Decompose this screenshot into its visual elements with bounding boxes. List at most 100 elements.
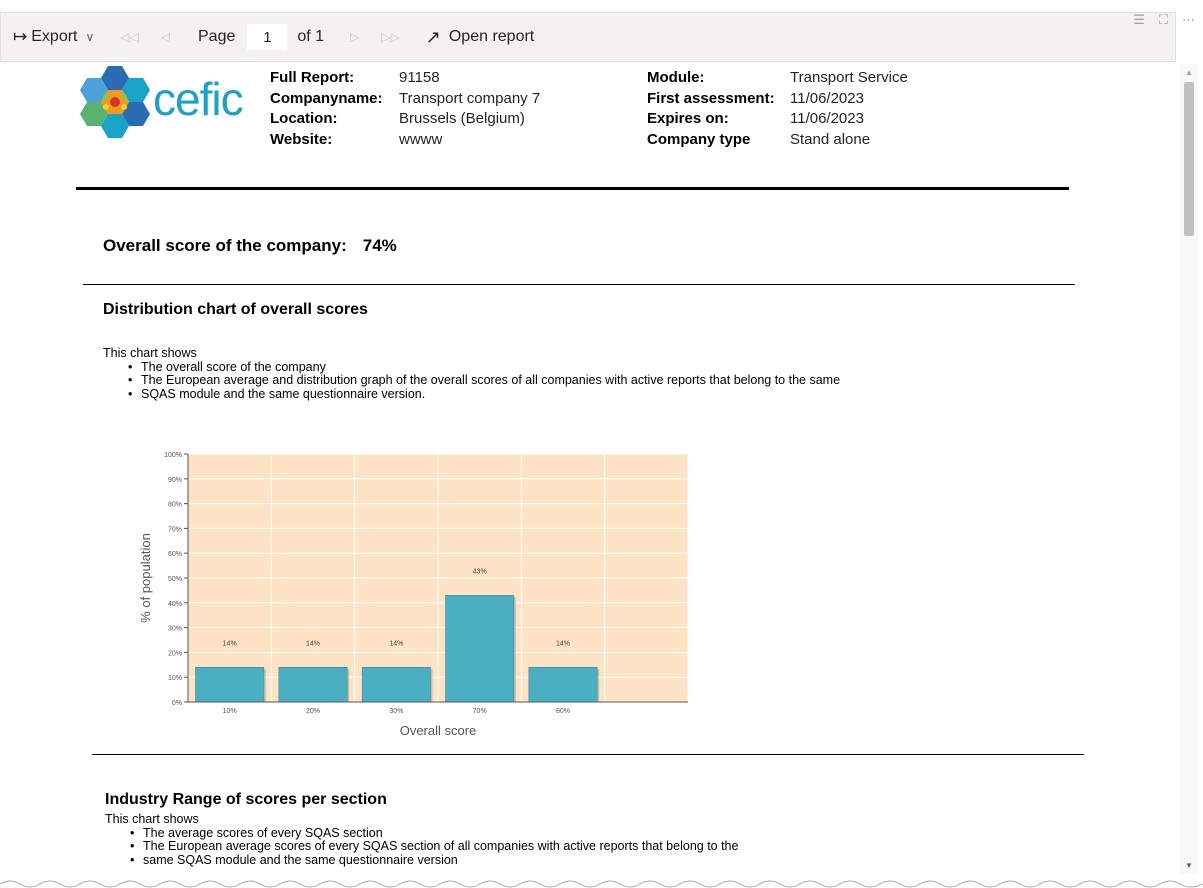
bar [361, 666, 431, 703]
list-item: SQAS module and the same questionnaire v… [123, 387, 840, 402]
info-label: Companyname: [270, 89, 383, 107]
filter-icon[interactable]: ☰ [1133, 12, 1145, 28]
y-tick-label: 60% [168, 551, 182, 558]
info-value: Transport company 7 [399, 89, 541, 107]
info-label: First assessment: [647, 89, 775, 107]
industry-title: Industry Range of scores per section [105, 791, 387, 808]
header-divider [76, 187, 1069, 190]
y-tick-label: 0% [172, 700, 182, 707]
info-value: 11/06/2023 [790, 89, 864, 107]
info-label: Company type [647, 130, 751, 148]
list-item: The European average scores of every SQA… [125, 839, 738, 854]
info-label: Website: [270, 130, 333, 148]
info-label: Location: [270, 110, 338, 127]
focus-mode-icon[interactable]: ⛶ [1159, 12, 1168, 28]
info-value: 11/06/2023 [790, 110, 864, 127]
y-tick-label: 90% [168, 477, 182, 484]
y-tick-label: 100% [164, 452, 182, 459]
y-tick-label: 10% [168, 675, 182, 682]
industry-description: This chart shows The average scores of e… [105, 812, 738, 868]
x-tick-label: 70% [473, 708, 487, 715]
info-row: Expires on: 11/06/2023 [647, 109, 908, 130]
bar [445, 595, 515, 703]
open-report-button[interactable]: ↗ Open report [426, 13, 534, 61]
vertical-scrollbar[interactable]: ▲ ▼ [1180, 64, 1198, 874]
last-page-icon[interactable]: ▷▷ [381, 30, 399, 44]
bar-data-label: 14% [556, 640, 570, 647]
info-row: Website: wwww [270, 130, 540, 151]
page-edge-artifact [0, 880, 1203, 888]
info-value: Transport Service [790, 69, 908, 86]
overall-score: Overall score of the company: 74% [103, 236, 397, 256]
report-toolbar: ↦ Export ∨ ◁◁ ◁ Page of 1 ▷ ▷▷ ↗ Open re… [0, 12, 1176, 62]
x-tick-label: 20% [306, 708, 320, 715]
distribution-description: This chart shows The overall score of th… [103, 346, 840, 402]
scroll-up-icon[interactable]: ▲ [1185, 68, 1193, 77]
x-tick-label: 10% [223, 708, 237, 715]
bar-data-label: 14% [389, 640, 403, 647]
first-page-icon[interactable]: ◁◁ [120, 30, 138, 44]
y-axis-label: % of population [138, 533, 153, 623]
overall-score-label: Overall score of the company: [103, 236, 347, 255]
info-value: wwww [399, 130, 443, 148]
y-tick-label: 40% [168, 601, 182, 608]
more-options-icon[interactable]: ⋯ [1182, 12, 1195, 28]
open-external-icon: ↗ [425, 26, 441, 47]
bar-data-label: 14% [223, 640, 237, 647]
y-tick-label: 20% [168, 650, 182, 657]
export-arrow-icon: ↦ [13, 27, 28, 46]
bar-data-label: 14% [306, 640, 320, 647]
bar [528, 666, 598, 703]
y-tick-label: 50% [168, 576, 182, 583]
cefic-logo-icon [80, 66, 150, 138]
info-row: Companyname: Transport company 7 [270, 89, 540, 110]
industry-intro: This chart shows [105, 812, 199, 826]
list-item: The overall score of the company [123, 360, 840, 375]
bar-data-label: 43% [473, 568, 487, 575]
next-page-icon[interactable]: ▷ [350, 30, 359, 44]
info-row: Location: Brussels (Belgium) [270, 109, 540, 130]
info-row: Full Report: 91158 [270, 68, 540, 89]
report-page: cefic Full Report: 91158 Companyname: Tran… [0, 62, 1178, 888]
export-label: Export [31, 28, 78, 45]
scroll-down-icon[interactable]: ▼ [1185, 861, 1193, 870]
distribution-bar-chart: 0% 10% 20% 30% 40% 50% 60% 70% 80% 90% 100% 14% 14%… [138, 452, 689, 738]
x-tick-label: 80% [556, 708, 570, 715]
info-row: Company type Stand alone [647, 130, 908, 151]
y-tick-label: 30% [168, 626, 182, 633]
scrollbar-thumb[interactable] [1184, 82, 1194, 236]
info-value: Brussels (Belgium) [399, 110, 525, 127]
page-number-input[interactable] [247, 24, 288, 50]
info-value: 91158 [399, 69, 440, 86]
report-info-left: Full Report: 91158 Companyname: Transport … [270, 68, 540, 150]
info-label: Full Report: [270, 69, 355, 86]
visual-header-icons: ☰ ⛶ ⋯ [1133, 12, 1195, 28]
x-axis-label: Overall score [400, 723, 477, 738]
info-value: Stand alone [790, 130, 871, 148]
info-label: Module: [647, 69, 705, 86]
chevron-down-icon: ∨ [85, 30, 95, 44]
page-label: Page [198, 28, 236, 45]
open-report-label: Open report [448, 28, 535, 45]
report-info-right: Module: Transport Service First assessmen… [647, 68, 908, 150]
y-tick-label: 70% [168, 526, 182, 533]
page-count-label: of 1 [297, 28, 325, 45]
list-item: same SQAS module and the same questionna… [125, 853, 738, 868]
x-tick-label: 30% [389, 708, 403, 715]
info-row: First assessment: 11/06/2023 [647, 89, 908, 110]
overall-score-value: 74% [362, 236, 397, 255]
previous-page-icon[interactable]: ◁ [161, 30, 170, 44]
list-item: The European average and distribution gr… [123, 373, 840, 388]
y-tick-label: 80% [168, 502, 182, 509]
info-row: Module: Transport Service [647, 68, 908, 89]
distribution-intro: This chart shows [103, 346, 197, 360]
bar [278, 666, 348, 703]
section-divider [92, 754, 1084, 755]
export-button[interactable]: ↦ Export ∨ [13, 13, 94, 61]
list-item: The average scores of every SQAS section [125, 826, 738, 841]
info-label: Expires on: [647, 110, 729, 127]
distribution-title: Distribution chart of overall scores [103, 301, 368, 318]
bar [195, 666, 265, 703]
logo-text: cefic [153, 73, 244, 125]
section-divider [83, 284, 1075, 285]
